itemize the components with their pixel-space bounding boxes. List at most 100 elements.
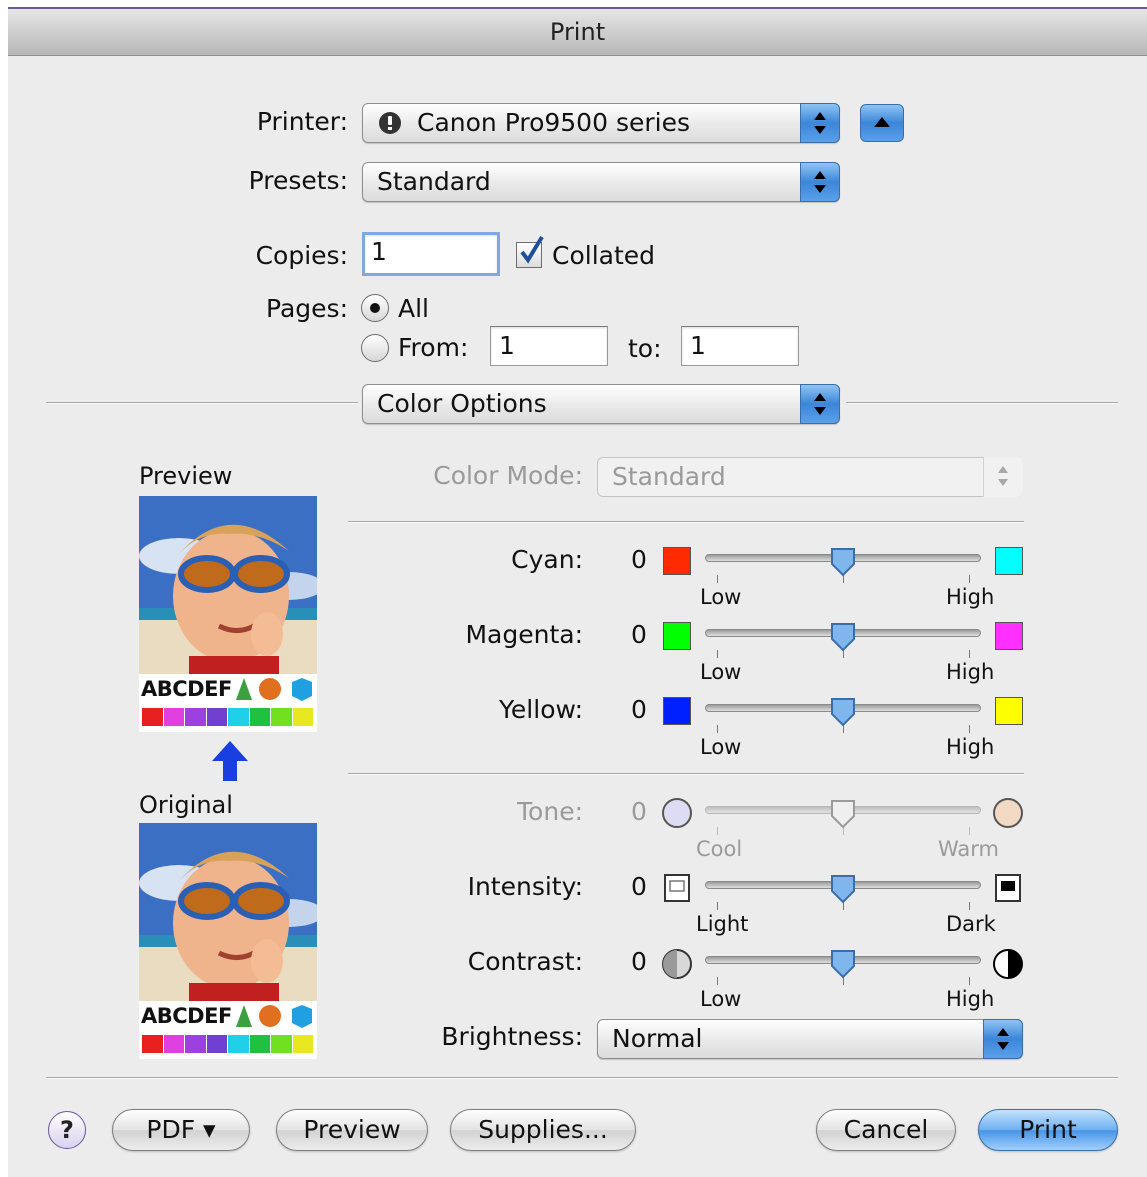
preview-button[interactable]: Preview [276,1109,428,1151]
slider-tick [717,575,718,583]
magenta-slider-thumb[interactable] [830,622,856,652]
panel-popup[interactable]: Color Options [362,384,840,424]
color-bar-cell [249,708,271,726]
yellow-value: 0 [631,695,647,724]
arrow-up-icon [212,741,248,781]
divider [348,773,1024,775]
high-contrast-icon [993,949,1023,979]
cancel-button[interactable]: Cancel [816,1109,956,1151]
presets-value: Standard [377,167,491,196]
intensity-high-label: Dark [946,912,996,936]
yellow-low-swatch [663,697,691,725]
tone-label: Tone: [517,797,583,826]
slider-tick [717,827,718,835]
printer-popup[interactable]: Canon Pro9500 series [362,103,840,143]
updown-arrows-icon [983,1019,1023,1059]
color-bar-cell [163,708,185,726]
color-mode-popup[interactable]: Standard [597,457,1023,497]
updown-arrows-icon [983,457,1023,497]
slider-tick [717,725,718,733]
contrast-high-label: High [946,987,995,1011]
cyan-low-swatch [663,547,691,575]
copies-field[interactable]: 1 [362,232,500,276]
color-bar-cell [228,1035,250,1053]
magenta-value: 0 [631,620,647,649]
divider [46,1077,1118,1079]
slider-tick [969,977,970,985]
yellow-high-label: High [946,735,995,759]
original-sample-text: ABCDEF [141,1004,232,1028]
shapes-icon [236,678,312,701]
slider-tick [969,827,970,835]
pages-label: Pages: [266,294,348,323]
printer-label: Printer: [256,107,348,136]
color-bar-cell [142,708,164,726]
print-button[interactable]: Print [978,1109,1118,1151]
checkmark-icon [520,235,544,264]
supplies-button[interactable]: Supplies... [450,1109,636,1151]
magenta-high-label: High [946,660,995,684]
color-bar-cell [249,1035,271,1053]
pages-to-field[interactable]: 1 [681,326,799,366]
preview-heading: Preview [139,462,233,490]
copies-label: Copies: [255,241,348,270]
color-bar-cell [271,708,293,726]
yellow-label: Yellow: [498,695,583,724]
brightness-popup[interactable]: Normal [597,1019,1023,1059]
cool-icon [662,798,692,828]
tone-value: 0 [631,797,647,826]
collated-checkbox[interactable] [516,235,544,268]
brightness-label: Brightness: [441,1022,583,1051]
color-mode-value: Standard [612,462,726,491]
dark-page-icon [995,874,1021,902]
pages-from-field[interactable]: 1 [490,326,608,366]
contrast-label: Contrast: [467,947,583,976]
intensity-slider-thumb[interactable] [830,874,856,904]
divider [348,521,1024,523]
color-bar-cell [271,1035,293,1053]
help-button[interactable]: ? [48,1111,86,1149]
print-dialog: Print Printer: Canon Pro9500 series Pres… [8,7,1147,1177]
intensity-label: Intensity: [467,872,583,901]
pdf-button[interactable]: PDF ▾ [112,1109,250,1151]
original-heading: Original [139,791,233,819]
pages-all-radio[interactable] [361,294,389,322]
window-title: Print [8,9,1147,56]
tone-slider-thumb[interactable] [830,799,856,829]
color-bar-cell [206,1035,228,1053]
slider-tick [969,650,970,658]
photo-image [139,823,317,1001]
preview-sample-text: ABCDEF [141,677,232,701]
color-bar-cell [142,1035,164,1053]
color-bar [142,708,314,726]
updown-arrows-icon [800,103,840,143]
contrast-low-label: Low [700,987,742,1011]
original-thumbnail: ABCDEF [139,823,317,1059]
disclosure-button[interactable] [860,104,904,142]
presets-popup[interactable]: Standard [362,162,840,202]
pages-from-radio[interactable] [361,334,389,362]
color-bar-cell [185,1035,207,1053]
yellow-slider-thumb[interactable] [830,697,856,727]
slider-tick [969,902,970,910]
color-mode-label: Color Mode: [433,461,583,490]
contrast-value: 0 [631,947,647,976]
cyan-slider-thumb[interactable] [830,547,856,577]
magenta-low-swatch [663,622,691,650]
panel-popup-value: Color Options [377,389,547,418]
printer-status-icon [379,112,401,134]
tone-high-label: Warm [938,837,1000,861]
magenta-label: Magenta: [465,620,583,649]
slider-tick [969,575,970,583]
contrast-slider-thumb[interactable] [830,949,856,979]
pages-all-label: All [398,294,429,323]
preview-thumbnail: ABCDEF [139,496,317,732]
color-bar-cell [292,708,314,726]
collated-label: Collated [552,241,656,270]
tone-low-label: Cool [696,837,743,861]
light-page-icon [664,874,690,902]
cyan-label: Cyan: [511,545,583,574]
divider [46,402,358,404]
slider-tick [717,650,718,658]
photo-image [139,496,317,674]
